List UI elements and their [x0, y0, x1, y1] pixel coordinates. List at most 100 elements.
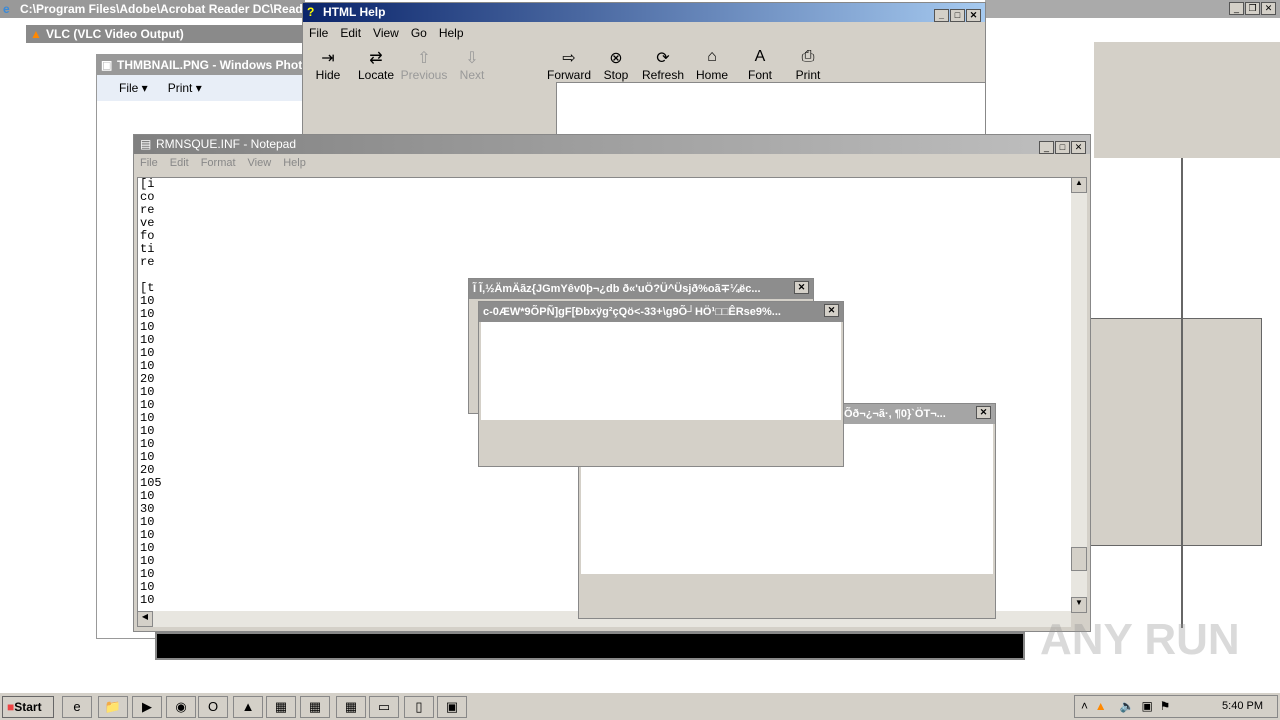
vlc-tray-icon[interactable]: ▲ — [1095, 699, 1107, 713]
text-line: re — [140, 255, 155, 269]
window-icon: ▭ — [377, 699, 391, 714]
toolbar-button-hide[interactable]: ⇥ Hide — [303, 48, 353, 82]
app-icon: ▦ — [274, 699, 288, 714]
vlc-titlebar[interactable]: ▲ VLC (VLC Video Output) — [26, 25, 306, 43]
vlc-icon: ▲ — [30, 27, 42, 41]
help-content — [556, 82, 986, 138]
taskbar-window-button[interactable]: ▭ — [369, 696, 399, 718]
printer-icon: ⎙ — [801, 48, 815, 65]
notepad-icon: ▤ — [140, 137, 152, 151]
menu-edit[interactable]: Edit — [340, 26, 361, 40]
acrobat-titlebar[interactable]: e C:\Program Files\Adobe\Acrobat Reader D… — [0, 0, 305, 18]
ie-icon: e — [73, 699, 81, 714]
taskbar-calculator-button[interactable]: ▦ — [336, 696, 366, 718]
taskbar-chrome-button[interactable]: ◉ — [166, 696, 196, 718]
chrome-icon: ◉ — [175, 699, 187, 714]
photo-viewer-icon: ▣ — [445, 699, 459, 714]
close-button[interactable]: ✕ — [794, 281, 809, 294]
taskbar-notepad-button[interactable]: ▯ — [404, 696, 434, 718]
dialog-content — [481, 322, 841, 420]
chevron-up-icon[interactable]: ˄ — [1081, 699, 1088, 713]
help-titlebar[interactable]: ? HTML Help _ □ ✕ — [303, 3, 985, 22]
menu-file[interactable]: File — [309, 26, 328, 40]
window-controls[interactable]: _ □ ✕ — [933, 5, 981, 24]
dialog-window: c-0ÆW*9ÕPÑ]gF[Ðbxÿg²çQö<-33+\g9Õ┘HÖ¹□□ÊR… — [478, 301, 844, 467]
taskbar-opera-button[interactable]: O — [198, 696, 228, 718]
menu-help[interactable]: Help — [439, 26, 464, 40]
black-bar — [155, 632, 1025, 660]
calculator-icon: ▦ — [344, 699, 358, 714]
text-line: ti — [140, 242, 155, 256]
refresh-icon: ⟳ — [656, 50, 670, 67]
flag-icon[interactable]: ⚑ — [1160, 699, 1171, 713]
toolbar-button-refresh[interactable]: ⟳ Refresh — [638, 48, 688, 82]
clock[interactable]: 5:40 PM — [1222, 696, 1263, 717]
ie-icon: e — [3, 2, 10, 16]
gray-panel — [1094, 42, 1280, 158]
help-icon: ? — [307, 5, 315, 19]
stop-icon: ⊗ — [609, 50, 623, 67]
arrow-up-icon: ⇧ — [417, 50, 431, 67]
toolbar-button-next[interactable]: ⇩ Next — [447, 48, 497, 82]
taskbar-winrar-button[interactable]: ▦ — [300, 696, 330, 718]
paint-icon: ▲ — [241, 699, 255, 714]
menu-go[interactable]: Go — [411, 26, 427, 40]
taskbar-ie-button[interactable]: e — [62, 696, 92, 718]
toolbar-button-home[interactable]: ⌂ Home — [687, 48, 737, 82]
system-tray: ˄ ▲ 🔈 ▣ ⚑ 5:40 PM — [1074, 695, 1278, 718]
menu-format[interactable]: Format — [201, 157, 236, 169]
toolbar-button-print[interactable]: ⎙ Print — [783, 48, 833, 82]
text-line: fo — [140, 229, 155, 243]
toolbar-button-previous[interactable]: ⇧ Previous — [399, 48, 449, 82]
media-player-icon: ▶ — [142, 699, 152, 714]
photo-menubar: File ▾ Print ▾ — [97, 75, 305, 101]
start-button[interactable]: ■Start — [2, 696, 54, 718]
taskbar-photo-viewer-button[interactable]: ▣ — [437, 696, 467, 718]
toolbar-button-stop[interactable]: ⊗ Stop — [591, 48, 641, 82]
opera-icon: O — [207, 699, 219, 714]
volume-icon[interactable]: 🔈 — [1120, 699, 1135, 713]
text-line: [i — [140, 177, 155, 191]
locate-icon: ⇄ — [369, 50, 383, 67]
acrobat-window-controls[interactable]: _ ❐ ✕ — [1228, 2, 1276, 15]
winrar-icon: ▦ — [308, 699, 322, 714]
font-icon: A — [754, 48, 766, 65]
gray-panel — [1090, 318, 1262, 546]
divider — [1181, 158, 1183, 628]
menu-file[interactable]: File — [140, 157, 158, 169]
toolbar-button-locate[interactable]: ⇄ Locate — [351, 48, 401, 82]
hide-icon: ⇥ — [321, 50, 335, 67]
close-button[interactable]: ✕ — [976, 406, 991, 419]
toolbar-button-forward[interactable]: ⇨ Forward — [544, 48, 594, 82]
scrollbar-thumb[interactable] — [1071, 547, 1087, 571]
notepad-titlebar[interactable]: ▤ RMNSQUE.INF - Notepad _ □ ✕ — [134, 135, 1090, 154]
dialog-titlebar[interactable]: Ĩ Ĩ,½ÄmÄãz{JGmYêv0þ¬¿db ð«'uÖ?Ü^Üsjð%oã∓… — [469, 279, 813, 299]
taskbar-folder-button[interactable]: 📁 — [98, 696, 128, 718]
window-controls[interactable]: _ □ ✕ — [1038, 137, 1086, 156]
menu-view[interactable]: View — [373, 26, 399, 40]
network-icon[interactable]: ▣ — [1142, 699, 1153, 713]
menu-help[interactable]: Help — [283, 157, 306, 169]
taskbar-app-button[interactable]: ▦ — [266, 696, 296, 718]
vertical-scrollbar[interactable]: ▲ ▼ — [1071, 177, 1087, 613]
print-menu[interactable]: Print ▾ — [168, 81, 202, 95]
notepad-icon: ▯ — [415, 699, 423, 714]
arrow-down-icon: ⇩ — [465, 50, 479, 67]
home-icon: ⌂ — [707, 48, 717, 65]
text-line: re — [140, 203, 155, 217]
notepad-menubar: File Edit Format View Help — [134, 154, 1090, 172]
dialog-titlebar[interactable]: c-0ÆW*9ÕPÑ]gF[Ðbxÿg²çQö<-33+\g9Õ┘HÖ¹□□ÊR… — [479, 302, 843, 322]
close-button[interactable]: ✕ — [824, 304, 839, 317]
menu-edit[interactable]: Edit — [170, 157, 189, 169]
photo-titlebar[interactable]: ▣ THMBNAIL.PNG - Windows Photo — [97, 55, 305, 75]
photo-icon: ▣ — [101, 58, 113, 72]
arrow-right-icon: ⇨ — [562, 50, 576, 67]
watermark: ANY RUN — [1040, 615, 1240, 664]
taskbar-media-player-button[interactable]: ▶ — [132, 696, 162, 718]
help-menubar: File Edit View Go Help — [303, 22, 985, 44]
taskbar-paint-button[interactable]: ▲ — [233, 696, 263, 718]
text-line: ve — [140, 216, 155, 230]
menu-view[interactable]: View — [248, 157, 272, 169]
file-menu[interactable]: File ▾ — [119, 81, 148, 95]
toolbar-button-font[interactable]: A Font — [735, 48, 785, 82]
